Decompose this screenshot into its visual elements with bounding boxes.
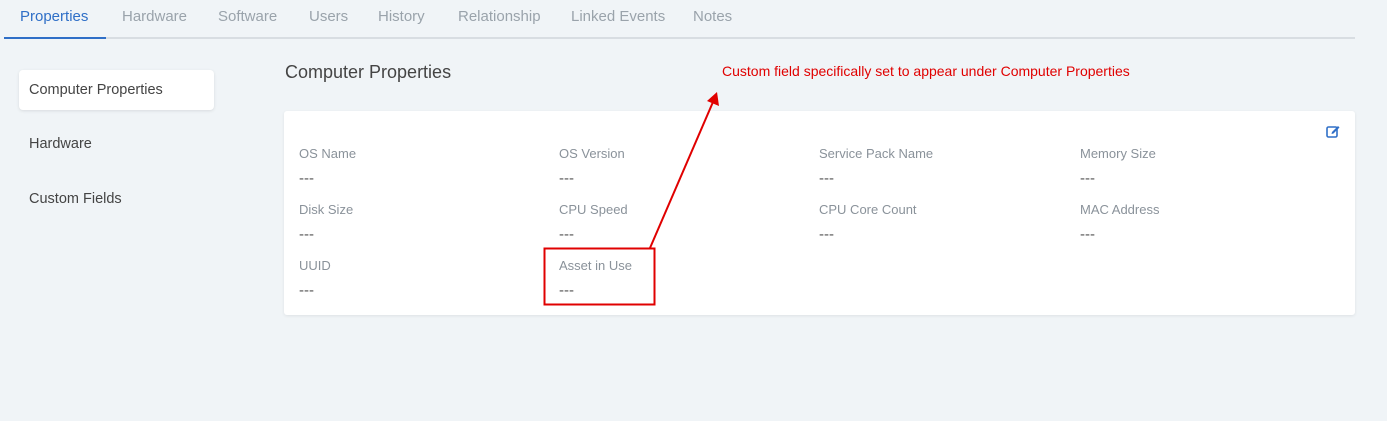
tab-notes[interactable]: Notes [693,8,732,25]
field-service-pack-name: Service Pack Name --- [819,146,1059,187]
tab-history[interactable]: History [378,8,425,25]
field-value: --- [559,170,574,187]
tab-hardware[interactable]: Hardware [122,8,187,25]
field-asset-in-use: Asset in Use --- [559,258,799,299]
sidebar-item-computer-properties[interactable]: Computer Properties [19,70,214,110]
tab-bar: Properties Hardware Software Users Histo… [4,0,1355,39]
field-os-version: OS Version --- [559,146,799,187]
field-value: --- [299,170,314,187]
field-disk-size: Disk Size --- [299,202,539,243]
field-value: --- [559,282,574,299]
field-value: --- [1080,170,1095,187]
tab-properties[interactable]: Properties [20,8,88,25]
field-value: --- [1080,226,1095,243]
field-label: Service Pack Name [819,146,934,161]
field-label: OS Version [559,146,625,161]
field-value: --- [819,170,834,187]
edit-icon[interactable] [1325,123,1341,139]
field-value: --- [299,226,314,243]
field-label: MAC Address [1080,202,1160,217]
field-label: Memory Size [1080,146,1156,161]
annotation-arrowhead [707,92,719,106]
field-value: --- [299,282,314,299]
tab-software[interactable]: Software [218,8,277,25]
field-value: --- [819,226,834,243]
sidebar-item-custom-fields[interactable]: Custom Fields [19,179,214,219]
field-uuid: UUID --- [299,258,539,299]
field-value: --- [559,226,574,243]
field-os-name: OS Name --- [299,146,539,187]
field-label: OS Name [299,146,357,161]
field-label: Asset in Use [559,258,632,273]
annotation-text: Custom field specifically set to appear … [722,63,1130,79]
sidebar-item-hardware[interactable]: Hardware [19,124,214,164]
page-title: Computer Properties [285,62,452,82]
active-tab-indicator [4,37,106,39]
field-mac-address: MAC Address --- [1080,202,1320,243]
field-label: UUID [299,258,331,273]
field-cpu-speed: CPU Speed --- [559,202,799,243]
tab-users[interactable]: Users [309,8,348,25]
field-cpu-core-count: CPU Core Count --- [819,202,1059,243]
tab-relationship[interactable]: Relationship [458,8,541,25]
field-label: Disk Size [299,202,354,217]
field-label: CPU Core Count [819,202,917,217]
field-memory-size: Memory Size --- [1080,146,1320,187]
field-label: CPU Speed [559,202,628,217]
tab-linked-events[interactable]: Linked Events [571,8,665,25]
properties-card: OS Name --- OS Version --- Service Pack … [284,111,1355,315]
